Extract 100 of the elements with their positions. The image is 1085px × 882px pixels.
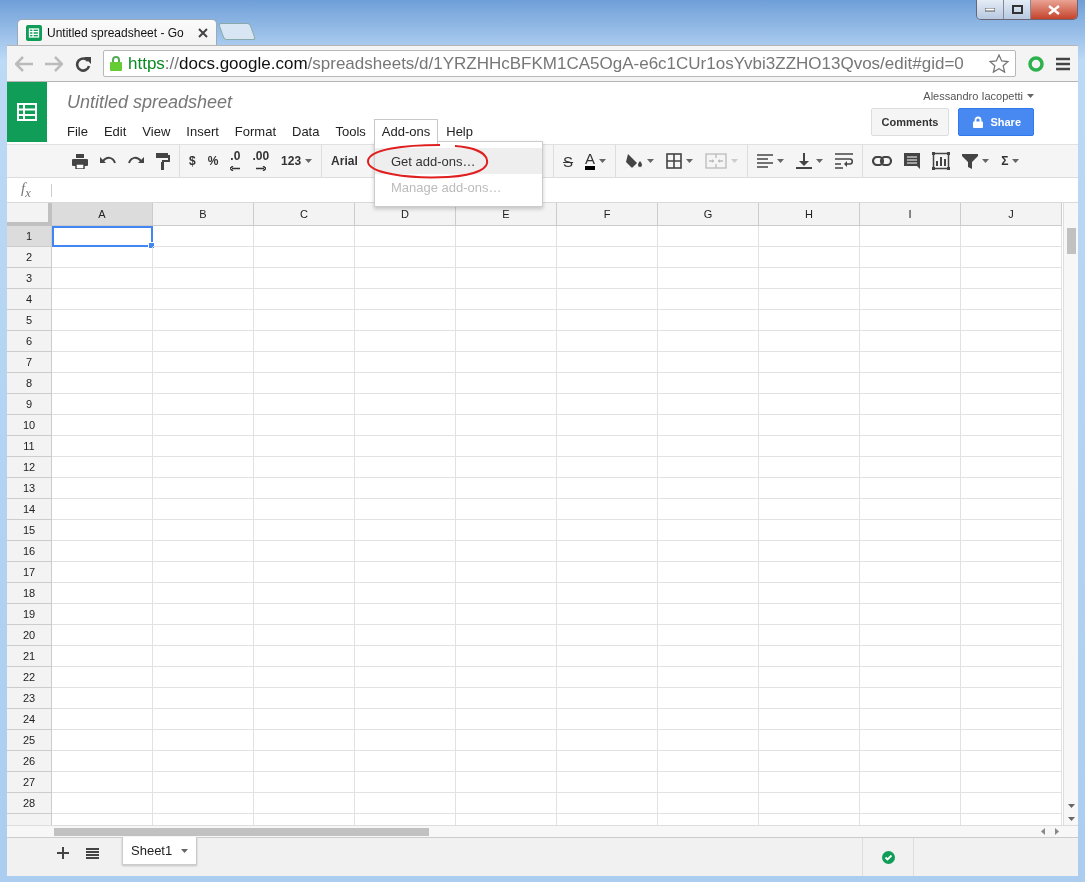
- grid-cell[interactable]: [52, 457, 153, 478]
- grid-cell[interactable]: [759, 415, 860, 436]
- grid-cell[interactable]: [355, 646, 456, 667]
- grid-cell[interactable]: [961, 268, 1062, 289]
- grid-cell[interactable]: [355, 457, 456, 478]
- grid-cell[interactable]: [355, 373, 456, 394]
- column-header[interactable]: G: [658, 203, 759, 226]
- column-header[interactable]: H: [759, 203, 860, 226]
- grid-cell[interactable]: [52, 331, 153, 352]
- grid-cell[interactable]: [456, 436, 557, 457]
- grid-cell[interactable]: [153, 352, 254, 373]
- grid-cell[interactable]: [52, 646, 153, 667]
- grid-cell[interactable]: [860, 352, 961, 373]
- grid-cell[interactable]: [355, 583, 456, 604]
- grid-cell[interactable]: [355, 247, 456, 268]
- grid-cell[interactable]: [961, 457, 1062, 478]
- grid-cell[interactable]: [456, 415, 557, 436]
- text-wrap-icon[interactable]: [835, 153, 854, 169]
- row-header[interactable]: 16: [7, 541, 52, 562]
- grid-cell[interactable]: [961, 625, 1062, 646]
- grid-cell[interactable]: [759, 541, 860, 562]
- grid-cell[interactable]: [961, 751, 1062, 772]
- grid-cell[interactable]: [860, 625, 961, 646]
- grid-cell[interactable]: [254, 310, 355, 331]
- grid-cell[interactable]: [860, 604, 961, 625]
- grid-cell[interactable]: [355, 436, 456, 457]
- grid-cell[interactable]: [759, 436, 860, 457]
- caret-icon[interactable]: [181, 848, 189, 853]
- column-header[interactable]: F: [557, 203, 658, 226]
- grid-cell[interactable]: [557, 520, 658, 541]
- grid-cell[interactable]: [254, 415, 355, 436]
- grid-cell[interactable]: [759, 331, 860, 352]
- grid-cell[interactable]: [961, 562, 1062, 583]
- column-header[interactable]: I: [860, 203, 961, 226]
- grid-cell[interactable]: [456, 226, 557, 247]
- row-header[interactable]: 13: [7, 478, 52, 499]
- grid-cell[interactable]: [52, 562, 153, 583]
- grid-cell[interactable]: [961, 436, 1062, 457]
- grid-cell[interactable]: [557, 226, 658, 247]
- grid-cell[interactable]: [658, 583, 759, 604]
- row-header[interactable]: 9: [7, 394, 52, 415]
- grid-cell[interactable]: [355, 226, 456, 247]
- grid-cell[interactable]: [658, 415, 759, 436]
- extension-ring-icon[interactable]: [1028, 55, 1044, 72]
- grid-cell[interactable]: [557, 562, 658, 583]
- grid-cell[interactable]: [658, 625, 759, 646]
- grid-cell[interactable]: [860, 646, 961, 667]
- grid-cell[interactable]: [355, 478, 456, 499]
- row-header[interactable]: 20: [7, 625, 52, 646]
- grid-cell[interactable]: [456, 310, 557, 331]
- grid-cell[interactable]: [759, 562, 860, 583]
- grid-cell[interactable]: [658, 226, 759, 247]
- grid-cell[interactable]: [153, 730, 254, 751]
- grid-cell[interactable]: [759, 772, 860, 793]
- grid-cell[interactable]: [658, 730, 759, 751]
- grid-cell[interactable]: [456, 625, 557, 646]
- grid-cell[interactable]: [153, 247, 254, 268]
- grid-cell[interactable]: [658, 751, 759, 772]
- grid-cell[interactable]: [658, 352, 759, 373]
- document-title[interactable]: Untitled spreadsheet: [67, 92, 871, 113]
- grid-cell[interactable]: [355, 751, 456, 772]
- grid-cell[interactable]: [860, 499, 961, 520]
- row-header[interactable]: 19: [7, 604, 52, 625]
- grid-cell[interactable]: [759, 625, 860, 646]
- grid-cell[interactable]: [456, 793, 557, 814]
- grid-cell[interactable]: [557, 478, 658, 499]
- grid-cell[interactable]: [52, 667, 153, 688]
- caret-icon[interactable]: [686, 159, 694, 163]
- grid-cell[interactable]: [254, 793, 355, 814]
- grid-cell[interactable]: [658, 457, 759, 478]
- grid-cell[interactable]: [254, 226, 355, 247]
- grid-cell[interactable]: [658, 499, 759, 520]
- grid-cell[interactable]: [658, 520, 759, 541]
- grid-cell[interactable]: [961, 373, 1062, 394]
- grid-cell[interactable]: [254, 436, 355, 457]
- grid-cell[interactable]: [153, 394, 254, 415]
- toolbar-button[interactable]: $: [187, 152, 198, 170]
- grid-cell[interactable]: [860, 520, 961, 541]
- grid-cell[interactable]: [52, 730, 153, 751]
- caret-icon[interactable]: [647, 159, 655, 163]
- column-header[interactable]: C: [254, 203, 355, 226]
- grid-cell[interactable]: [153, 541, 254, 562]
- decimal-increase-button[interactable]: .00: [250, 149, 272, 173]
- grid-cell[interactable]: [456, 394, 557, 415]
- grid-cell[interactable]: [153, 604, 254, 625]
- grid-cell[interactable]: [254, 667, 355, 688]
- grid-cell[interactable]: [153, 268, 254, 289]
- grid-cell[interactable]: [254, 352, 355, 373]
- grid-cell[interactable]: [52, 247, 153, 268]
- grid-cell[interactable]: [153, 310, 254, 331]
- grid-cell[interactable]: [557, 373, 658, 394]
- grid-cell[interactable]: [658, 793, 759, 814]
- grid-cell[interactable]: [355, 310, 456, 331]
- grid-cell[interactable]: [557, 394, 658, 415]
- grid-cell[interactable]: [658, 436, 759, 457]
- scrollbar-thumb[interactable]: [54, 827, 429, 836]
- grid-cell[interactable]: [658, 646, 759, 667]
- grid-cell[interactable]: [557, 289, 658, 310]
- grid-cell[interactable]: [355, 331, 456, 352]
- grid-cell[interactable]: [759, 478, 860, 499]
